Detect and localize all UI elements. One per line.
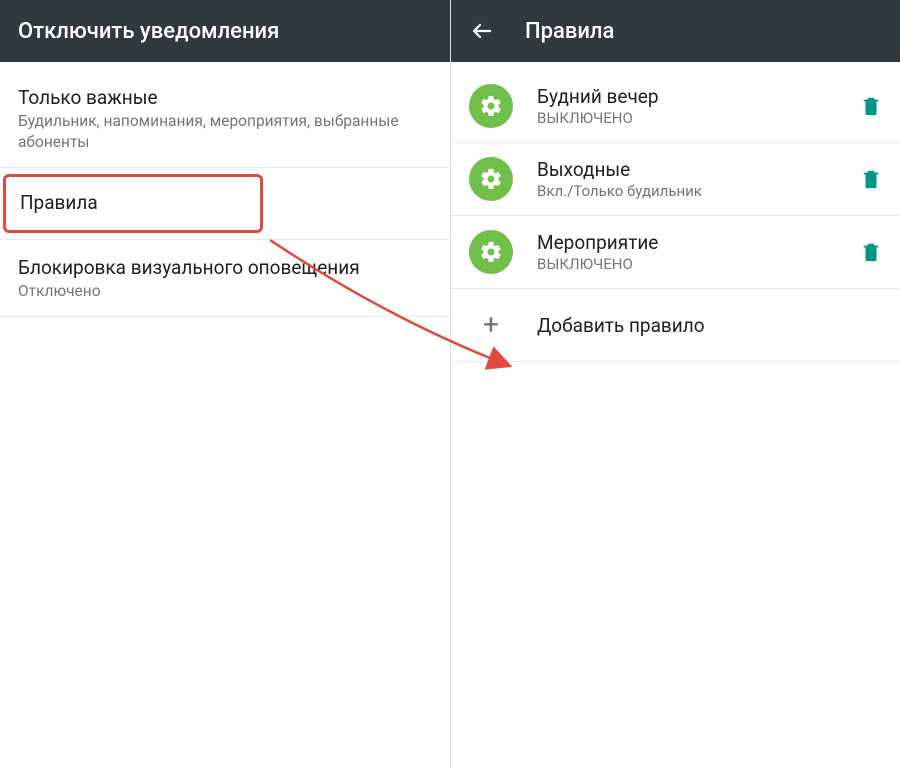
trash-icon [860, 95, 882, 117]
back-button[interactable] [469, 18, 495, 44]
header-left: Отключить уведомления [0, 0, 450, 62]
delete-button[interactable] [860, 168, 882, 190]
rule-subtitle: ВЫКЛЮЧЕНО [537, 109, 850, 127]
setting-title: Правила [20, 191, 246, 214]
settings-list: Только важные Будильник, напоминания, ме… [0, 62, 450, 317]
highlight-annotation: Правила [3, 174, 263, 233]
trash-icon [860, 168, 882, 190]
trash-icon [860, 241, 882, 263]
add-rule-row[interactable]: + Добавить правило [451, 289, 900, 362]
header-title: Правила [525, 19, 614, 44]
plus-icon: + [469, 311, 513, 339]
add-rule-label: Добавить правило [537, 314, 705, 337]
setting-rules[interactable]: Правила [0, 174, 450, 240]
rule-texts: Будний вечер ВЫКЛЮЧЕНО [537, 85, 850, 127]
rule-title: Выходные [537, 158, 850, 181]
rule-subtitle: ВЫКЛЮЧЕНО [537, 255, 850, 273]
delete-button[interactable] [860, 95, 882, 117]
rule-item[interactable]: Мероприятие ВЫКЛЮЧЕНО [451, 216, 900, 289]
delete-button[interactable] [860, 241, 882, 263]
rule-texts: Мероприятие ВЫКЛЮЧЕНО [537, 231, 850, 273]
screen-rules: Правила Будний вечер ВЫКЛЮЧЕНО Выходные … [450, 0, 900, 769]
rule-item[interactable]: Выходные Вкл./Только будильник [451, 143, 900, 216]
setting-subtitle: Будильник, напоминания, мероприятия, выб… [18, 111, 432, 153]
setting-priority-only[interactable]: Только важные Будильник, напоминания, ме… [0, 70, 450, 168]
gear-icon [469, 84, 513, 128]
setting-subtitle: Отключено [18, 281, 432, 302]
rule-texts: Выходные Вкл./Только будильник [537, 158, 850, 200]
gear-icon [469, 230, 513, 274]
rule-subtitle: Вкл./Только будильник [537, 182, 850, 200]
rules-list: Будний вечер ВЫКЛЮЧЕНО Выходные Вкл./Тол… [451, 62, 900, 362]
rule-title: Будний вечер [537, 85, 850, 108]
setting-title: Блокировка визуального оповещения [18, 256, 432, 279]
rule-title: Мероприятие [537, 231, 850, 254]
gear-icon [469, 157, 513, 201]
setting-visual-block[interactable]: Блокировка визуального оповещения Отключ… [0, 240, 450, 317]
header-title: Отключить уведомления [18, 19, 279, 44]
rule-item[interactable]: Будний вечер ВЫКЛЮЧЕНО [451, 70, 900, 143]
back-arrow-icon [470, 19, 494, 43]
screen-notifications: Отключить уведомления Только важные Буди… [0, 0, 450, 769]
setting-title: Только важные [18, 86, 432, 109]
header-right: Правила [451, 0, 900, 62]
